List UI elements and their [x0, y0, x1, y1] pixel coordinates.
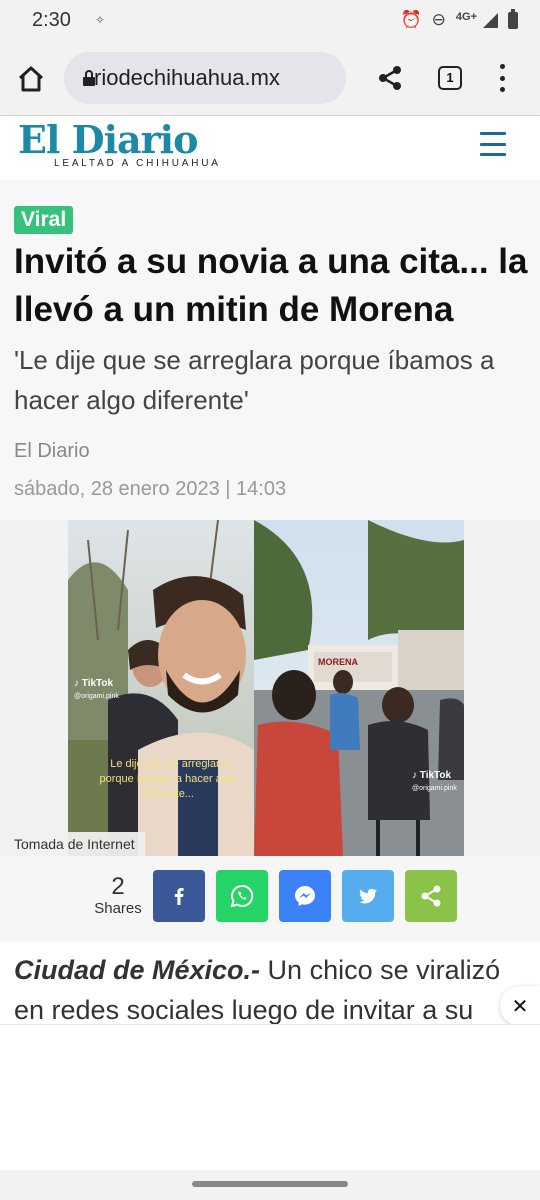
image-credit: Tomada de Internet — [0, 832, 145, 856]
sharethis-icon — [421, 885, 441, 907]
battery-icon — [508, 8, 518, 29]
svg-text:diferente...: diferente... — [142, 788, 194, 800]
home-button[interactable] — [14, 62, 48, 96]
svg-text:@origami.pink: @origami.pink — [412, 785, 457, 792]
category-badge[interactable]: Viral — [14, 206, 74, 234]
svg-text:♪ TikTok: ♪ TikTok — [74, 678, 114, 689]
gesture-handle[interactable] — [192, 1181, 348, 1187]
share-counter: 2 Shares — [88, 873, 148, 918]
share-count-label: Shares — [94, 900, 142, 917]
menu-line-icon — [480, 142, 506, 146]
article-photo[interactable]: Le dije que se arreglara porque íbamos a… — [68, 520, 464, 856]
whatsapp-icon — [230, 884, 254, 908]
menu-line-icon — [480, 132, 506, 135]
twitter-icon — [359, 888, 377, 904]
site-header: El Diario LEALTAD A CHIHUAHUA — [0, 116, 540, 180]
url-text: riodechihuahua.mx — [94, 65, 280, 90]
status-time: 2:30 — [32, 8, 71, 31]
browser-toolbar: riodechihuahua.mx 1 — [0, 40, 540, 116]
share-page-button[interactable] — [376, 64, 404, 92]
alarm-icon: ⏰ — [400, 10, 422, 29]
logo-tagline: LEALTAD A CHIHUAHUA — [54, 158, 221, 169]
svg-text:♪ TikTok: ♪ TikTok — [412, 770, 452, 781]
facebook-share-button[interactable] — [153, 870, 205, 922]
menu-line-icon — [480, 153, 506, 156]
article-date: sábado, 28 enero 2023 | 14:03 — [14, 478, 287, 500]
svg-text:porque íbamos a hacer algo: porque íbamos a hacer algo — [100, 773, 237, 785]
svg-text:MORENA: MORENA — [318, 657, 358, 667]
status-bar: 2:30 ✧ ⏰ ⊖ 4G+ — [0, 0, 540, 40]
menu-dot-icon — [499, 75, 505, 81]
close-ad-button[interactable]: ✕ — [500, 986, 540, 1026]
menu-dot-icon — [499, 64, 505, 69]
article-dateline-location: Ciudad de México.- — [14, 955, 261, 985]
article-author[interactable]: El Diario — [14, 440, 90, 463]
svg-text:@origami.pink: @origami.pink — [74, 693, 119, 700]
whatsapp-share-button[interactable] — [216, 870, 268, 922]
share-bar: 2 Shares — [0, 856, 540, 942]
logo-text: El Diario — [18, 117, 198, 162]
dnd-icon: ⊖ — [431, 10, 446, 29]
site-logo[interactable]: El Diario LEALTAD A CHIHUAHUA — [18, 117, 221, 170]
status-icons: ⏰ ⊖ 4G+ — [400, 8, 518, 30]
messenger-icon — [295, 886, 315, 906]
twitter-share-button[interactable] — [342, 870, 394, 922]
article-body: Ciudad de México.- Un chico se viralizó … — [14, 950, 514, 1024]
home-icon — [18, 66, 44, 92]
url-bar[interactable]: riodechihuahua.mx — [64, 52, 346, 104]
network-type: 4G+ — [455, 11, 477, 23]
ad-slot — [0, 1024, 540, 1170]
signal-icon — [483, 12, 498, 28]
article-header: Viral Invitó a su novia a una cita... la… — [0, 180, 540, 520]
notification-icon: ✧ — [94, 13, 105, 27]
svg-text:Le dije que se arreglara: Le dije que se arreglara — [110, 758, 226, 770]
share-icon — [379, 66, 401, 90]
hamburger-menu-button[interactable] — [480, 132, 506, 156]
sharethis-share-button[interactable] — [405, 870, 457, 922]
article-image-container: Le dije que se arreglara porque íbamos a… — [0, 520, 540, 856]
article-subheadline: 'Le dije que se arreglara porque íbamos … — [14, 345, 495, 415]
messenger-share-button[interactable] — [279, 870, 331, 922]
article-headline: Invitó a su novia a una cita... la llevó… — [14, 242, 528, 329]
facebook-icon — [174, 888, 184, 905]
share-count: 2 — [111, 873, 125, 900]
overflow-menu-button[interactable] — [494, 64, 510, 92]
tab-switcher-button[interactable]: 1 — [438, 66, 462, 90]
system-nav-bar — [0, 1170, 540, 1200]
menu-dot-icon — [499, 87, 505, 92]
